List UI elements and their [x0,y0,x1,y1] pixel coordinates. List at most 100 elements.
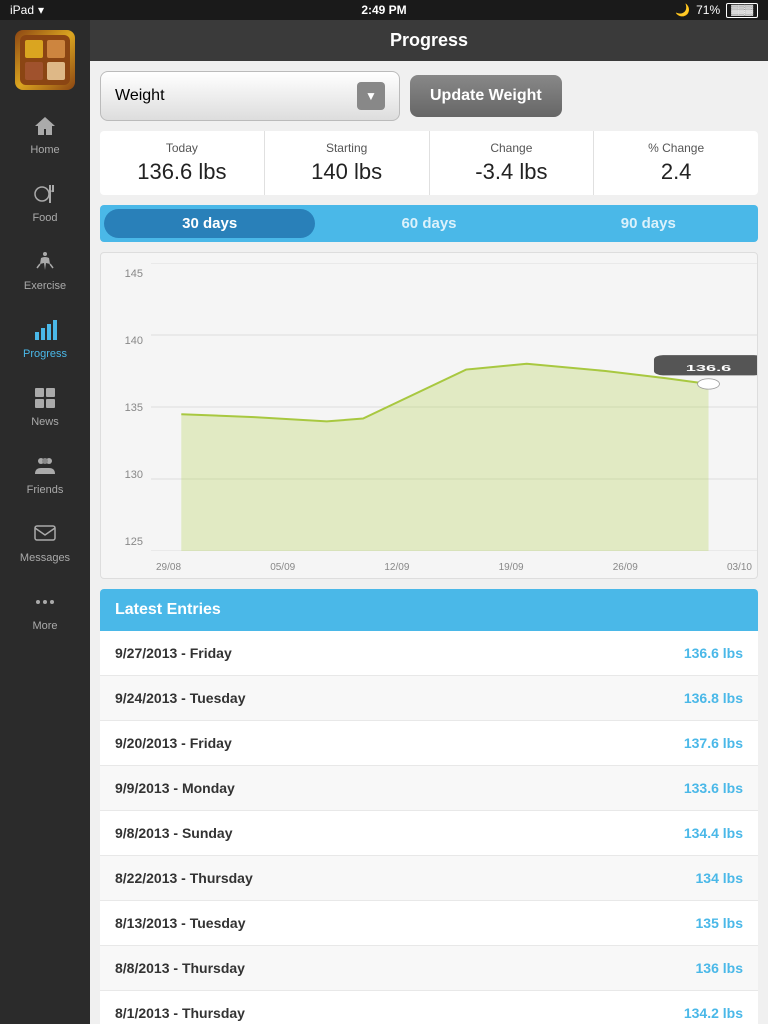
entry-row[interactable]: 9/20/2013 - Friday 137.6 lbs [100,721,758,766]
stat-change-label: Change [438,141,586,155]
friends-icon [31,452,59,480]
y-label-130: 130 [125,469,143,481]
sidebar-label-messages: Messages [20,552,70,564]
entry-date: 8/22/2013 - Thursday [115,870,253,886]
entry-date: 8/8/2013 - Thursday [115,960,245,976]
top-controls: Weight ▼ Update Weight [100,71,758,121]
tab-60-days[interactable]: 60 days [319,205,538,242]
tab-90-days[interactable]: 90 days [539,205,758,242]
entries-list: 9/27/2013 - Friday 136.6 lbs 9/24/2013 -… [100,631,758,1024]
stats-row: Today 136.6 lbs Starting 140 lbs Change … [100,131,758,195]
line-chart: 136.6 [151,263,757,551]
sidebar-item-food[interactable]: Food [0,168,90,236]
app-container: Home Food Exerc [0,20,768,1024]
tab-30-days[interactable]: 30 days [104,209,315,238]
sidebar-item-progress[interactable]: Progress [0,304,90,372]
main-content: Progress Weight ▼ Update Weight Today 13… [90,20,768,1024]
sidebar-label-friends: Friends [27,484,64,496]
stat-starting: Starting 140 lbs [265,131,430,195]
entry-row[interactable]: 9/27/2013 - Friday 136.6 lbs [100,631,758,676]
stat-pct-change: % Change 2.4 [594,131,758,195]
entry-weight: 134.2 lbs [684,1005,743,1021]
chart-container: 145 140 135 130 125 [100,252,758,579]
page-header: Progress [90,20,768,61]
entry-row[interactable]: 9/24/2013 - Tuesday 136.8 lbs [100,676,758,721]
entry-row[interactable]: 8/22/2013 - Thursday 134 lbs [100,856,758,901]
entry-date: 9/24/2013 - Tuesday [115,690,245,706]
entry-date: 9/9/2013 - Monday [115,780,235,796]
entry-weight: 136.8 lbs [684,690,743,706]
entry-weight: 137.6 lbs [684,735,743,751]
moon-icon: 🌙 [675,3,690,17]
sidebar-label-food: Food [32,212,57,224]
entry-weight: 136 lbs [696,960,743,976]
period-tabs: 30 days 60 days 90 days [100,205,758,242]
stat-today-value: 136.6 lbs [108,159,256,185]
news-icon [31,384,59,412]
entry-weight: 135 lbs [696,915,743,931]
x-label-0310: 03/10 [727,562,752,573]
stat-pct-change-value: 2.4 [602,159,750,185]
entry-row[interactable]: 9/8/2013 - Sunday 134.4 lbs [100,811,758,856]
entry-weight: 133.6 lbs [684,780,743,796]
stat-today: Today 136.6 lbs [100,131,265,195]
x-label-0509: 05/09 [270,562,295,573]
stat-change-value: -3.4 lbs [438,159,586,185]
sidebar-label-exercise: Exercise [24,280,66,292]
status-time: 2:49 PM [361,3,406,17]
home-icon [31,112,59,140]
entry-date: 9/27/2013 - Friday [115,645,232,661]
entry-date: 8/13/2013 - Tuesday [115,915,245,931]
svg-text:136.6: 136.6 [686,364,732,374]
entry-weight: 136.6 lbs [684,645,743,661]
entry-row[interactable]: 9/9/2013 - Monday 133.6 lbs [100,766,758,811]
x-label-1209: 12/09 [384,562,409,573]
avatar[interactable] [15,30,75,90]
device-name: iPad [10,3,34,17]
status-bar: iPad ▾ 2:49 PM 🌙 71% ▓▓▓ [0,0,768,20]
entry-date: 9/8/2013 - Sunday [115,825,233,841]
y-label-145: 145 [125,268,143,280]
weight-dropdown[interactable]: Weight ▼ [100,71,400,121]
sidebar-label-progress: Progress [23,348,67,360]
battery-icon: ▓▓▓ [726,3,758,18]
content-area: Weight ▼ Update Weight Today 136.6 lbs S… [90,61,768,1024]
dropdown-label: Weight [115,87,165,105]
entry-date: 9/20/2013 - Friday [115,735,232,751]
sidebar-item-home[interactable]: Home [0,100,90,168]
sidebar-item-news[interactable]: News [0,372,90,440]
dropdown-arrow-icon: ▼ [357,82,385,110]
x-label-2609: 26/09 [613,562,638,573]
sidebar-item-messages[interactable]: Messages [0,508,90,576]
sidebar-label-more: More [32,620,57,632]
sidebar: Home Food Exerc [0,20,90,1024]
stat-pct-change-label: % Change [602,141,750,155]
entry-weight: 134 lbs [696,870,743,886]
sidebar-label-home: Home [30,144,59,156]
sidebar-item-friends[interactable]: Friends [0,440,90,508]
sidebar-item-exercise[interactable]: Exercise [0,236,90,304]
page-title: Progress [390,30,468,50]
battery-percent: 71% [696,3,720,17]
progress-icon [31,316,59,344]
entry-row[interactable]: 8/8/2013 - Thursday 136 lbs [100,946,758,991]
messages-icon [31,520,59,548]
stat-change: Change -3.4 lbs [430,131,595,195]
entry-row[interactable]: 8/1/2013 - Thursday 134.2 lbs [100,991,758,1024]
y-label-135: 135 [125,402,143,414]
more-icon [31,588,59,616]
sidebar-label-news: News [31,416,59,428]
status-left: iPad ▾ [10,3,44,17]
y-label-140: 140 [125,335,143,347]
entry-row[interactable]: 8/13/2013 - Tuesday 135 lbs [100,901,758,946]
sidebar-item-more[interactable]: More [0,576,90,644]
update-weight-button[interactable]: Update Weight [410,75,562,117]
stat-starting-label: Starting [273,141,421,155]
wifi-indicator: ▾ [38,3,44,17]
latest-entries-section: Latest Entries 9/27/2013 - Friday 136.6 … [100,589,758,1024]
entry-date: 8/1/2013 - Thursday [115,1005,245,1021]
entry-weight: 134.4 lbs [684,825,743,841]
y-label-125: 125 [125,536,143,548]
stat-starting-value: 140 lbs [273,159,421,185]
stat-today-label: Today [108,141,256,155]
